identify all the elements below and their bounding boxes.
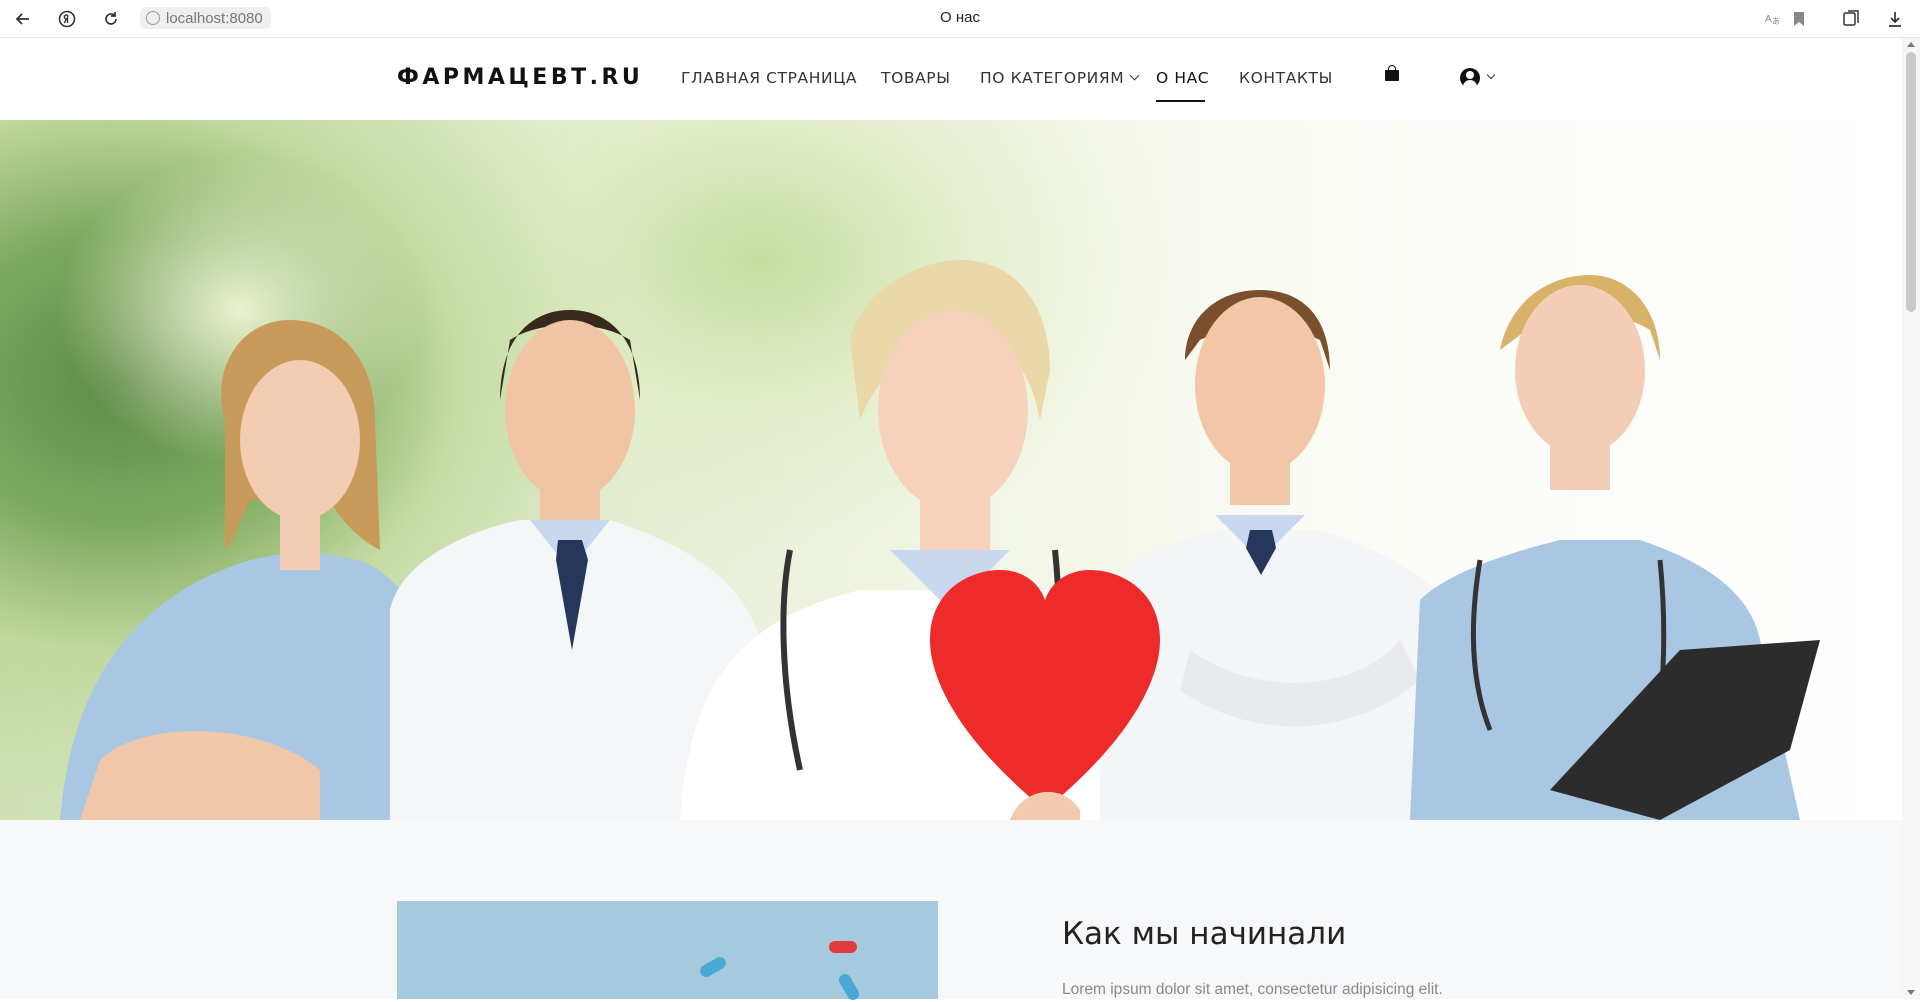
medical-team-illustration (60, 260, 1820, 820)
pill-shape (829, 941, 857, 953)
svg-text:A: A (1765, 14, 1772, 25)
site-logo[interactable]: ФАРМАЦЕВТ.RU (397, 65, 643, 90)
bookmark-icon[interactable] (1786, 6, 1812, 32)
nav-active-underline (1156, 100, 1205, 102)
back-arrow-icon[interactable] (10, 6, 36, 32)
page-tab-title: О нас (940, 9, 980, 26)
svg-text:あ: あ (1772, 17, 1780, 26)
scroll-up-icon[interactable] (1907, 42, 1915, 47)
nav-contacts[interactable]: КОНТАКТЫ (1239, 69, 1333, 87)
hero-banner-image (0, 120, 1902, 820)
user-circle-icon[interactable] (1460, 68, 1480, 88)
address-bar[interactable]: localhost:8080 (140, 7, 271, 29)
section-title: Как мы начинали (1062, 916, 1347, 952)
url-text: localhost:8080 (166, 9, 263, 27)
reload-icon[interactable] (98, 6, 124, 32)
pill-shape (697, 954, 729, 980)
nav-home[interactable]: ГЛАВНАЯ СТРАНИЦА (681, 69, 857, 87)
nav-categories[interactable]: ПО КАТЕГОРИЯМ (980, 69, 1140, 88)
page-scrollbar[interactable] (1902, 38, 1920, 999)
nav-products[interactable]: ТОВАРЫ (881, 69, 951, 87)
chevron-down-icon (1129, 70, 1140, 81)
browser-toolbar: localhost:8080 О нас Aあ (0, 0, 1920, 38)
download-icon[interactable] (1882, 6, 1908, 32)
yandex-icon[interactable] (54, 6, 80, 32)
scrollbar-thumb[interactable] (1906, 52, 1916, 312)
pill-shape (836, 971, 862, 1002)
nav-about[interactable]: О НАС (1156, 69, 1209, 87)
pills-image (397, 901, 938, 1002)
shopping-bag-icon[interactable] (1385, 65, 1399, 81)
about-section (0, 820, 1902, 999)
translate-icon[interactable]: Aあ (1759, 6, 1785, 32)
section-text: Lorem ipsum dolor sit amet, consectetur … (1062, 981, 1443, 998)
site-header: ФАРМАЦЕВТ.RU (0, 38, 1902, 120)
scroll-down-icon[interactable] (1907, 990, 1915, 995)
nav-categories-label: ПО КАТЕГОРИЯМ (980, 69, 1125, 87)
site-info-icon[interactable] (146, 11, 160, 25)
collections-icon[interactable] (1838, 6, 1864, 32)
